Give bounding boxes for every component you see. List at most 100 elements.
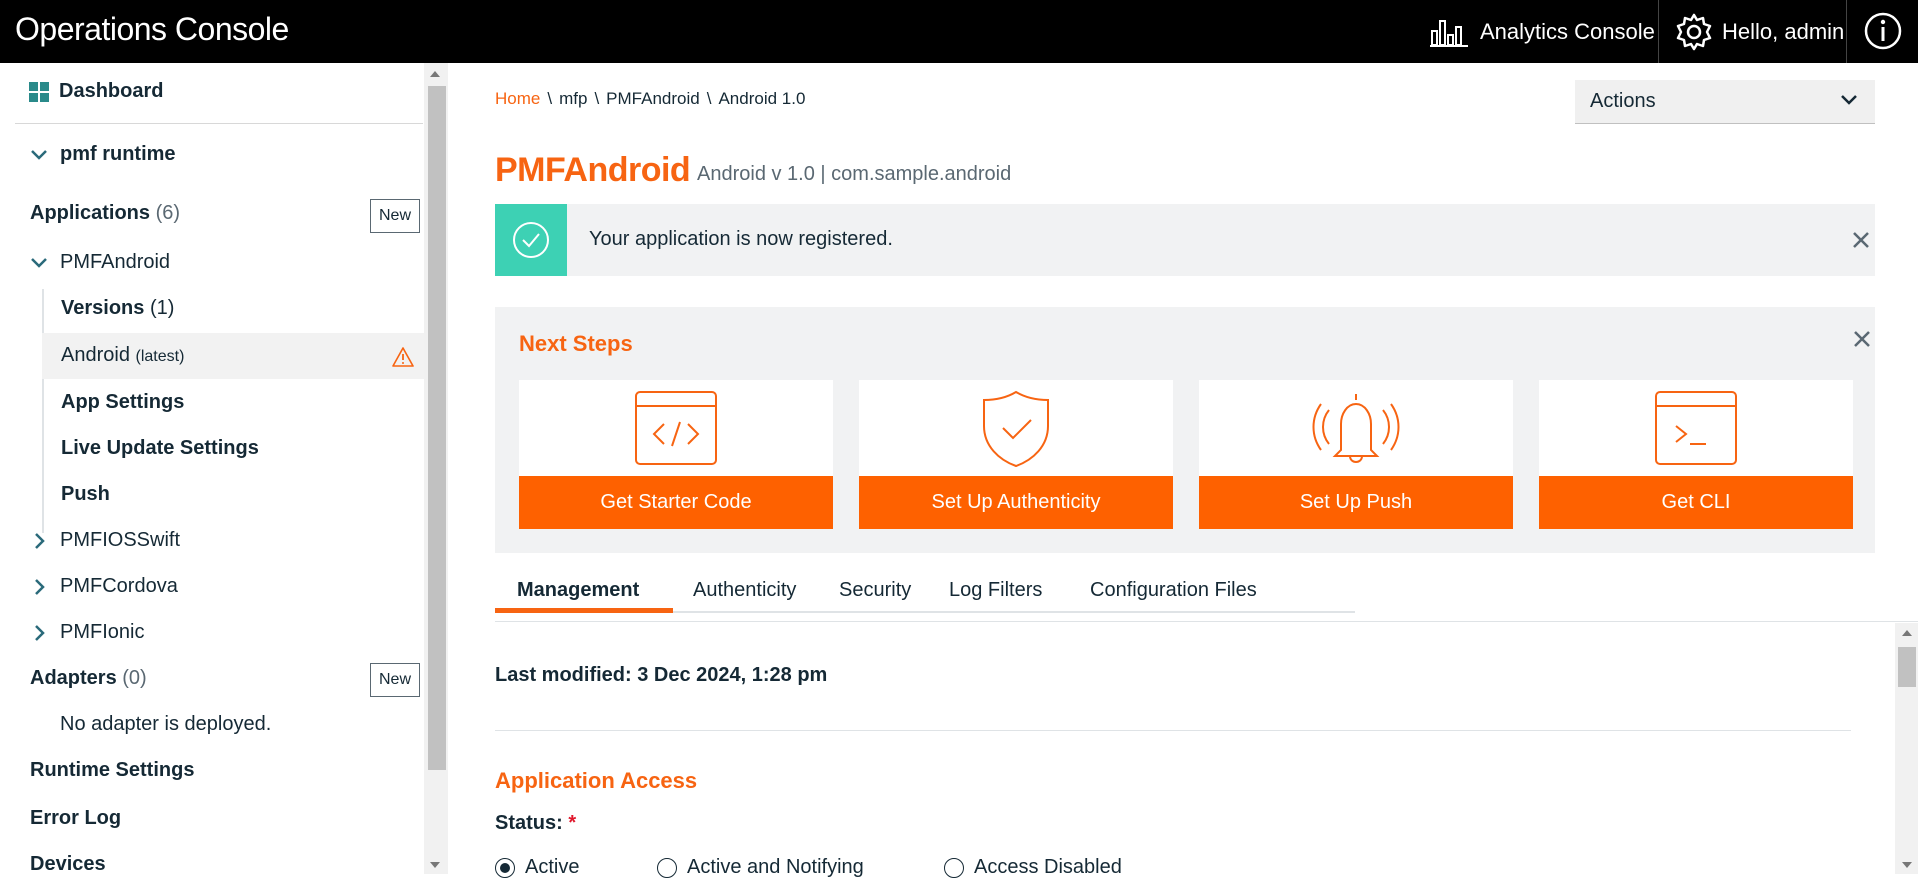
scroll-up-arrow-icon[interactable] xyxy=(429,69,441,79)
sidebar-item-dashboard[interactable]: Dashboard xyxy=(29,80,447,103)
status-label: Status: * xyxy=(495,812,576,835)
sidebar-scrollbar-thumb[interactable] xyxy=(428,86,446,770)
breadcrumb-home[interactable]: Home xyxy=(495,89,540,109)
content-divider xyxy=(495,621,1918,622)
sidebar-item-runtime[interactable]: pmf runtime xyxy=(30,143,447,166)
tab-security[interactable]: Security xyxy=(839,579,911,602)
actions-label: Actions xyxy=(1590,90,1656,112)
sidebar-item-runtime-settings[interactable]: Runtime Settings xyxy=(30,759,447,782)
sidebar-item-pmfandroid[interactable]: PMFAndroid xyxy=(30,251,447,274)
radio-access-disabled[interactable]: Access Disabled xyxy=(944,856,1122,879)
starter-code-card[interactable]: Get Starter Code xyxy=(519,380,833,529)
scroll-down-arrow-icon[interactable] xyxy=(1901,860,1913,870)
get-starter-code-button[interactable]: Get Starter Code xyxy=(519,476,833,529)
warning-icon xyxy=(392,347,414,367)
dashboard-label: Dashboard xyxy=(59,80,164,102)
sidebar-item-pmfionic[interactable]: PMFIonic xyxy=(30,621,447,644)
radio-active-label: Active xyxy=(525,856,580,878)
versions-count: (1) xyxy=(149,297,175,319)
last-modified: Last modified: 3 Dec 2024, 1:28 pm xyxy=(495,664,828,686)
user-greeting: Hello, admin xyxy=(1722,18,1845,44)
shield-check-icon xyxy=(983,390,1049,468)
analytics-icon xyxy=(1430,19,1468,47)
info-icon[interactable] xyxy=(1863,11,1903,51)
scroll-up-arrow-icon[interactable] xyxy=(1901,628,1913,638)
tab-authenticity[interactable]: Authenticity xyxy=(693,579,796,602)
android-label: Android xyxy=(61,344,130,366)
radio-active-notifying-label: Active and Notifying xyxy=(687,856,864,878)
applications-count: (6) xyxy=(155,202,181,224)
pmfandroid-label: PMFAndroid xyxy=(60,251,171,273)
breadcrumb-android: Android 1.0 xyxy=(718,89,806,108)
adapters-count: (0) xyxy=(122,667,147,689)
topbar-divider xyxy=(1658,0,1659,63)
tree-indent-line xyxy=(42,289,44,533)
applications-label: Applications xyxy=(30,202,151,224)
get-cli-button[interactable]: Get CLI xyxy=(1539,476,1853,529)
sidebar-item-error-log[interactable]: Error Log xyxy=(30,807,447,830)
pmfiosswift-label: PMFIOSSwift xyxy=(60,529,181,551)
new-adapter-button[interactable]: New xyxy=(370,663,420,697)
breadcrumb-separator: \ xyxy=(547,89,553,108)
sidebar-item-live-update[interactable]: Live Update Settings xyxy=(61,437,447,460)
tab-log-filters[interactable]: Log Filters xyxy=(949,579,1042,602)
analytics-console-link[interactable]: Analytics Console xyxy=(1430,0,1655,63)
push-card[interactable]: Set Up Push xyxy=(1199,380,1513,529)
breadcrumb-pmfandroid[interactable]: PMFAndroid xyxy=(606,89,700,109)
sidebar-divider xyxy=(15,123,423,124)
top-bar: Operations Console Analytics Console Hel… xyxy=(0,0,1918,63)
adapters-label: Adapters xyxy=(30,667,117,689)
tab-bar: Management Authenticity Security Log Fil… xyxy=(495,565,1355,613)
success-notification: Your application is now registered. xyxy=(495,204,1875,276)
android-latest-tag: (latest) xyxy=(135,348,185,365)
terminal-icon xyxy=(1655,391,1737,465)
close-icon[interactable] xyxy=(1850,327,1874,351)
app-title: Operations Console xyxy=(15,11,289,47)
radio-button[interactable] xyxy=(944,857,964,878)
chevron-down-icon xyxy=(31,257,47,268)
sidebar-item-app-settings[interactable]: App Settings xyxy=(61,391,447,414)
versions-label: Versions xyxy=(61,297,145,319)
gear-icon xyxy=(1676,13,1712,50)
sidebar-item-push[interactable]: Push xyxy=(61,483,447,506)
notification-text: Your application is now registered. xyxy=(589,228,893,250)
main-content: Home \ mfp \ PMFAndroid \ Android 1.0 Ac… xyxy=(448,63,1918,878)
radio-button[interactable] xyxy=(657,857,677,878)
sidebar-item-devices[interactable]: Devices xyxy=(30,853,447,874)
tab-management[interactable]: Management xyxy=(517,579,639,602)
section-divider xyxy=(495,730,1851,731)
radio-active-notifying[interactable]: Active and Notifying xyxy=(657,856,864,879)
set-up-push-button[interactable]: Set Up Push xyxy=(1199,476,1513,529)
actions-dropdown[interactable]: Actions xyxy=(1575,80,1875,124)
next-steps-title: Next Steps xyxy=(519,331,633,356)
page-title: PMFAndroid xyxy=(495,151,691,189)
sidebar-item-versions[interactable]: Versions (1) xyxy=(61,297,447,320)
radio-button[interactable] xyxy=(495,857,515,878)
analytics-console-label: Analytics Console xyxy=(1480,18,1655,44)
close-icon[interactable] xyxy=(1849,228,1873,252)
chevron-right-icon xyxy=(35,624,45,641)
topbar-divider xyxy=(1846,0,1847,63)
radio-active[interactable]: Active xyxy=(495,856,579,879)
application-access-title: Application Access xyxy=(495,768,698,793)
set-up-authenticity-button[interactable]: Set Up Authenticity xyxy=(859,476,1173,529)
tab-configuration-files[interactable]: Configuration Files xyxy=(1090,579,1257,602)
authenticity-card[interactable]: Set Up Authenticity xyxy=(859,380,1173,529)
no-adapter-text: No adapter is deployed. xyxy=(60,713,272,735)
breadcrumb-separator: \ xyxy=(594,89,600,108)
sidebar-item-android[interactable]: Android (latest) xyxy=(61,344,447,367)
scroll-down-arrow-icon[interactable] xyxy=(429,860,441,870)
radio-access-disabled-label: Access Disabled xyxy=(974,856,1122,878)
user-menu[interactable]: Hello, admin xyxy=(1674,0,1844,63)
cli-card[interactable]: Get CLI xyxy=(1539,380,1853,529)
bell-icon xyxy=(1312,394,1400,463)
breadcrumb-mfp[interactable]: mfp xyxy=(559,89,587,109)
sidebar: Dashboard pmf runtime Applications (6) N… xyxy=(0,63,448,874)
sidebar-item-pmfiosswift[interactable]: PMFIOSSwift xyxy=(30,529,447,552)
dashboard-icon xyxy=(29,81,49,102)
new-application-button[interactable]: New xyxy=(370,199,420,233)
content-scrollbar-thumb[interactable] xyxy=(1898,647,1916,687)
breadcrumb-separator: \ xyxy=(706,89,712,108)
sidebar-item-pmfcordova[interactable]: PMFCordova xyxy=(30,575,447,598)
breadcrumb: Home \ mfp \ PMFAndroid \ Android 1.0 xyxy=(495,89,805,109)
